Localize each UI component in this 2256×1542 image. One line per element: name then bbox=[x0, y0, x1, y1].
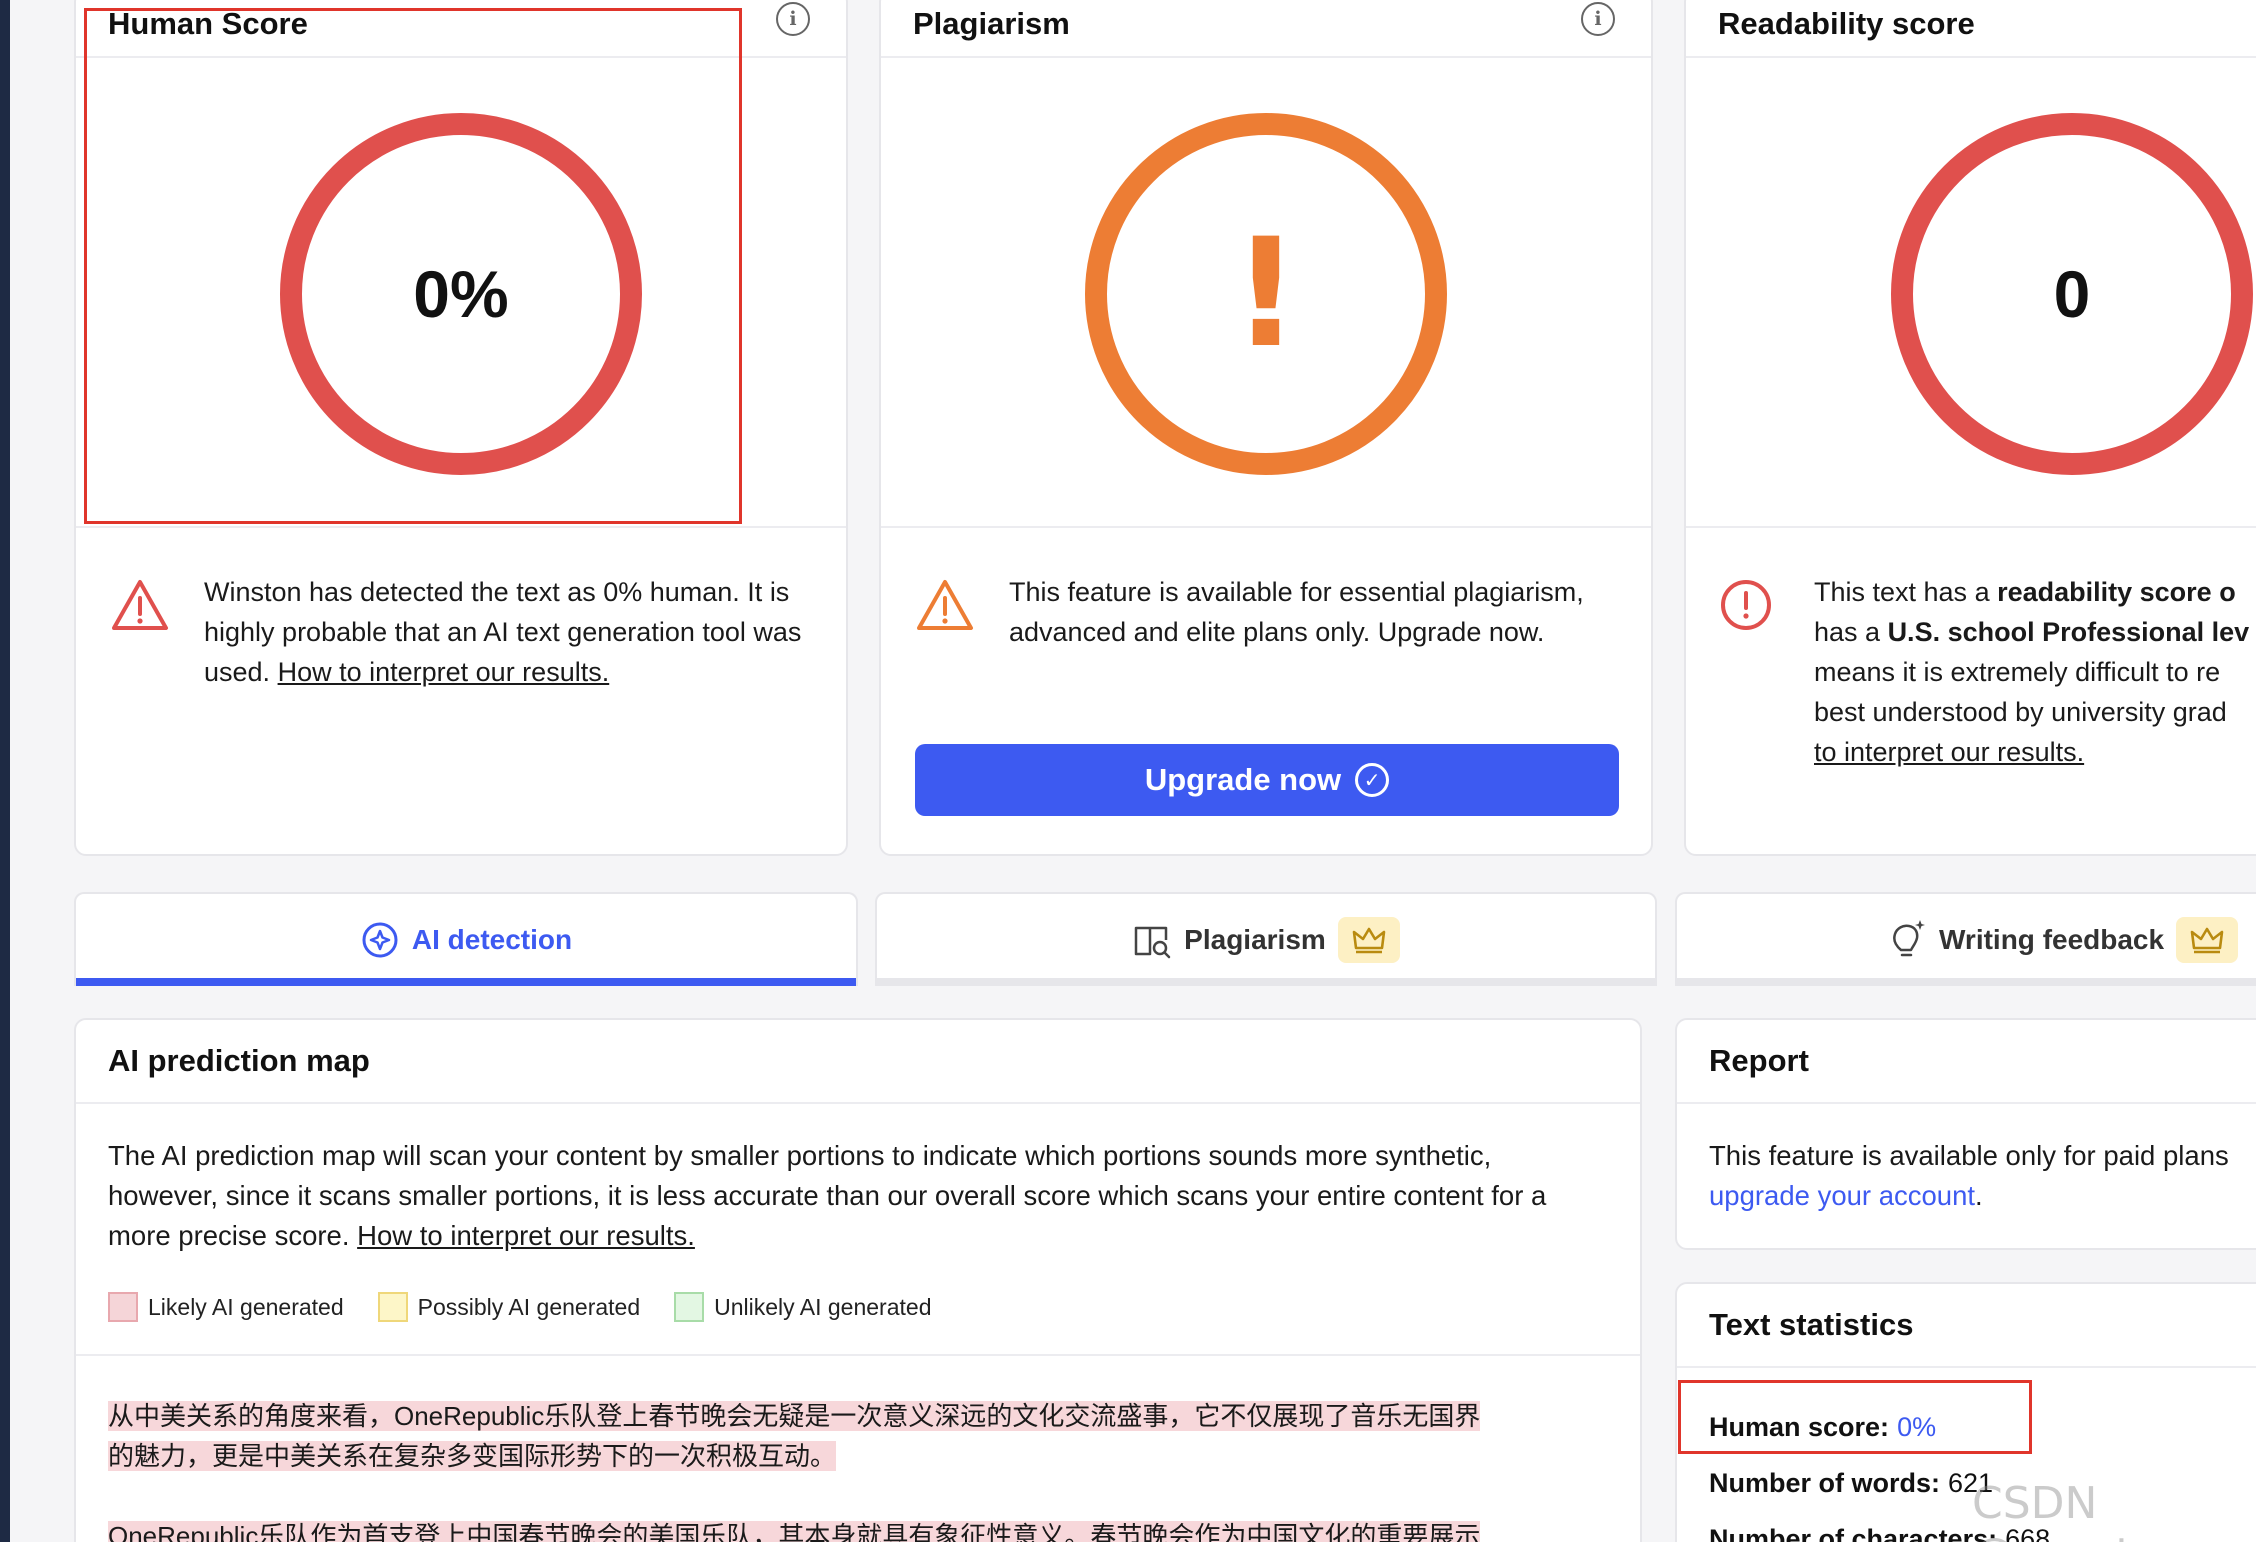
divider bbox=[76, 526, 846, 528]
annotation-highlight-box bbox=[84, 8, 742, 524]
report-title: Report bbox=[1677, 1020, 2256, 1104]
analyzed-paragraph: 从中美关系的角度来看，OneRepublic乐队登上春节晚会无疑是一次意义深远的… bbox=[108, 1401, 1481, 1471]
readability-message: This text has a readability score o has … bbox=[1814, 577, 2250, 767]
ai-scan-icon bbox=[362, 922, 398, 958]
info-icon[interactable]: i bbox=[776, 2, 810, 36]
book-search-icon bbox=[1134, 926, 1171, 959]
info-icon[interactable]: i bbox=[1581, 2, 1615, 36]
tab-label: Writing feedback bbox=[1939, 924, 2165, 955]
plagiarism-gauge bbox=[1085, 113, 1447, 475]
interpret-results-link[interactable]: to interpret our results. bbox=[1814, 737, 2084, 767]
plagiarism-card: Plagiarism i ! This feature is available… bbox=[879, 0, 1653, 856]
human-score-message: Winston has detected the text as 0% huma… bbox=[204, 577, 802, 687]
report-card: Report This feature is available only fo… bbox=[1675, 1018, 2256, 1250]
warning-triangle-icon bbox=[112, 580, 168, 630]
tab-underline bbox=[1677, 978, 2256, 986]
readability-title: Readability score bbox=[1686, 0, 2256, 58]
ai-prediction-map-card: AI prediction map The AI prediction map … bbox=[74, 1018, 1642, 1542]
plagiarism-title: Plagiarism bbox=[881, 0, 1651, 58]
divider bbox=[1686, 526, 2256, 528]
readability-gauge bbox=[1891, 113, 2253, 475]
prediction-map-description: The AI prediction map will scan your con… bbox=[108, 1140, 1547, 1251]
word-count-stat: Number of words: 621 bbox=[1709, 1468, 1994, 1498]
crown-icon bbox=[1337, 917, 1400, 963]
tab-writing-feedback[interactable]: Writing feedback bbox=[1675, 892, 2256, 986]
legend-unlikely-ai: Unlikely AI generated bbox=[674, 1292, 931, 1322]
watermark: CSDN @xyzcto bbox=[1972, 1478, 2160, 1542]
legend-swatch bbox=[674, 1292, 705, 1322]
interpret-results-link[interactable]: How to interpret our results. bbox=[278, 657, 610, 687]
readability-card: Readability score 0 This text has a read… bbox=[1684, 0, 2256, 856]
divider bbox=[881, 526, 1651, 528]
tab-label: AI detection bbox=[411, 924, 573, 955]
report-message: This feature is available only for paid … bbox=[1709, 1140, 2229, 1211]
divider bbox=[76, 1354, 1640, 1356]
prediction-map-title: AI prediction map bbox=[76, 1020, 1640, 1104]
alert-circle-icon bbox=[1721, 580, 1771, 630]
check-circle-icon: ✓ bbox=[1355, 763, 1390, 797]
upgrade-account-link[interactable]: upgrade your account bbox=[1709, 1180, 1975, 1211]
upgrade-now-button[interactable]: Upgrade now ✓ bbox=[915, 744, 1619, 816]
left-edge-bar bbox=[0, 0, 10, 1542]
legend-possibly-ai: Possibly AI generated bbox=[377, 1292, 640, 1322]
warning-triangle-icon bbox=[917, 580, 973, 630]
legend-likely-ai: Likely AI generated bbox=[108, 1292, 344, 1322]
tab-active-indicator bbox=[76, 978, 856, 986]
annotation-highlight-box bbox=[1678, 1380, 2032, 1454]
tab-label: Plagiarism bbox=[1184, 924, 1326, 955]
prediction-legend: Likely AI generated Possibly AI generate… bbox=[108, 1292, 931, 1322]
tab-plagiarism[interactable]: Plagiarism bbox=[875, 892, 1657, 986]
interpret-results-link[interactable]: How to interpret our results. bbox=[357, 1220, 695, 1251]
legend-swatch bbox=[108, 1292, 138, 1322]
text-statistics-title: Text statistics bbox=[1677, 1284, 2256, 1368]
analyzed-paragraph: OneRepublic乐队作为首支登上中国春节晚会的美国乐队，其本身就具有象征性… bbox=[108, 1516, 1604, 1542]
tab-ai-detection[interactable]: AI detection bbox=[74, 892, 858, 986]
legend-swatch bbox=[377, 1292, 408, 1322]
crown-icon bbox=[2176, 917, 2239, 963]
plagiarism-message: This feature is available for essential … bbox=[1009, 577, 1584, 647]
upgrade-now-label: Upgrade now bbox=[1144, 762, 1342, 797]
lightbulb-sparkle-icon bbox=[1893, 920, 1925, 957]
tab-underline bbox=[877, 978, 1655, 986]
